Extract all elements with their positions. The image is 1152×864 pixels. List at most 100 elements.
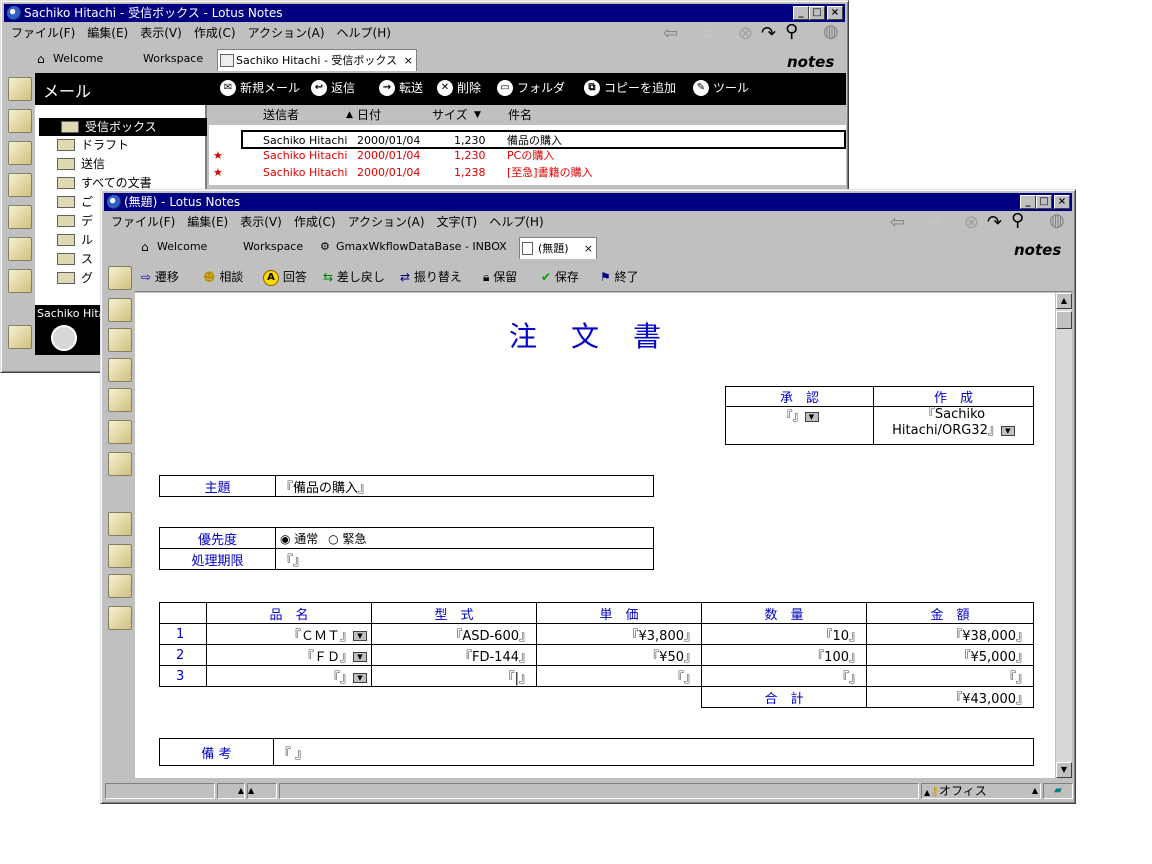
front-titlebar[interactable]: (無題) - Lotus Notes _ □ × — [104, 193, 1072, 211]
hold-button[interactable]: 🔒︎ 保留 — [483, 262, 517, 292]
reassign-button[interactable]: ⇄ 振り替え — [400, 262, 462, 292]
favorites-bookmark-icon[interactable] — [108, 420, 132, 444]
refresh-icon[interactable]: ↷ — [987, 212, 1002, 233]
tab-inbox[interactable]: Sachiko Hitachi - 受信ボックス × — [217, 49, 417, 71]
menu-create[interactable]: 作成(C) — [288, 212, 342, 232]
mail-bookmark-icon[interactable] — [8, 77, 32, 101]
menu-action[interactable]: アクション(A) — [242, 23, 331, 43]
search-icon[interactable]: ⚲ — [785, 21, 798, 42]
globe-icon[interactable]: ◍ — [823, 21, 839, 42]
delete-button[interactable]: ✕ 削除 — [435, 73, 481, 103]
tab-welcome[interactable]: ⌂ Welcome — [35, 48, 103, 70]
exit-button[interactable]: ⚑ 終了 — [600, 262, 639, 292]
replicator-bookmark-icon[interactable] — [8, 205, 32, 229]
send-back-button[interactable]: ⇆ 差し戻し — [323, 262, 385, 292]
approval-field[interactable]: 『』 ▼ — [725, 406, 874, 445]
status-location[interactable]: ▲⚷オフィス ▲ — [921, 783, 1041, 799]
refresh-icon[interactable]: ↷ — [761, 23, 776, 44]
addressbook-bookmark-icon[interactable] — [8, 141, 32, 165]
menu-view[interactable]: 表示(V) — [134, 23, 188, 43]
user-avatar-icon[interactable] — [51, 325, 77, 351]
nav-inbox[interactable]: 受信ボックス — [39, 118, 207, 136]
menu-edit[interactable]: 編集(E) — [81, 23, 134, 43]
nav-rules[interactable]: ル — [35, 231, 93, 249]
minimize-button[interactable]: _ — [1020, 195, 1036, 209]
save-button[interactable]: ✔ 保存 — [541, 262, 579, 292]
col-date[interactable]: 日付 — [357, 105, 381, 125]
mail-row[interactable]: ★ Sachiko Hitachi 2000/01/04 1,230 PCの購入 — [209, 147, 846, 164]
back-arrow-icon[interactable]: ⇦ — [663, 23, 678, 44]
price-field[interactable]: 『』 — [536, 665, 702, 687]
folder-bookmark-icon[interactable] — [108, 574, 132, 598]
todo-bookmark-icon[interactable] — [8, 173, 32, 197]
price-field[interactable]: 『¥50』 — [536, 644, 702, 666]
front-window[interactable]: (無題) - Lotus Notes _ □ × ファイル(F) 編集(E) 表… — [100, 189, 1076, 804]
mail-bookmark-icon[interactable] — [108, 266, 132, 290]
tab-workspace[interactable]: Workspace — [125, 48, 203, 70]
menu-file[interactable]: ファイル(F) — [105, 212, 181, 232]
menu-help[interactable]: ヘルプ(H) — [331, 23, 397, 43]
scroll-up-button[interactable]: ▲ — [1056, 293, 1072, 309]
stop-icon[interactable]: ⊗ — [738, 23, 753, 44]
status-box[interactable]: ▲ — [217, 783, 245, 799]
dropdown-icon[interactable]: ▼ — [353, 673, 367, 683]
sort-up-icon[interactable]: ▲ — [346, 105, 353, 125]
dropdown-icon[interactable]: ▼ — [1000, 425, 1015, 436]
replicator-bookmark-icon[interactable] — [108, 388, 132, 412]
tab-untitled[interactable]: (無題) × — [519, 237, 597, 259]
transition-button[interactable]: ⇨ 遷移 — [141, 262, 179, 292]
inbox-status[interactable]: ▰ — [1043, 783, 1073, 799]
maximize-button[interactable]: □ — [809, 6, 825, 20]
subject-field[interactable]: 『備品の購入』 — [275, 475, 654, 497]
forward-arrow-icon[interactable]: ⇨ — [928, 212, 943, 233]
nav-drafts[interactable]: ドラフト — [35, 136, 129, 154]
quantity-field[interactable]: 『10』 — [701, 623, 867, 645]
more-bookmark-icon[interactable] — [8, 325, 32, 349]
priority-normal-radio[interactable]: ◉ 通常 — [280, 532, 318, 546]
scroll-thumb[interactable] — [1056, 311, 1072, 329]
favorites-bookmark-icon[interactable] — [8, 237, 32, 261]
globe-icon[interactable]: ◍ — [1049, 210, 1065, 231]
menu-create[interactable]: 作成(C) — [188, 23, 242, 43]
forward-arrow-icon[interactable]: ⇨ — [701, 23, 716, 44]
copy-button[interactable]: ⧉ コピーを追加 — [582, 73, 676, 103]
quantity-field[interactable]: 『』 — [701, 665, 867, 687]
databases-bookmark-icon[interactable] — [8, 269, 32, 293]
model-field[interactable]: 『FD-144』 — [371, 644, 537, 666]
dropdown-icon[interactable]: ▼ — [353, 631, 367, 641]
reply-button[interactable]: ↩ 返信 — [309, 73, 355, 103]
folder-button[interactable]: ▭ フォルダ — [495, 73, 565, 103]
nav-trash[interactable]: ご — [35, 193, 93, 211]
tab-close-icon[interactable]: × — [404, 50, 413, 72]
col-sender[interactable]: 送信者 — [263, 105, 299, 125]
item-name-field[interactable]: 『ＦＤ』 ▼ — [206, 644, 372, 666]
minimize-button[interactable]: _ — [793, 6, 809, 20]
menu-view[interactable]: 表示(V) — [234, 212, 288, 232]
price-field[interactable]: 『¥3,800』 — [536, 623, 702, 645]
menu-text[interactable]: 文字(T) — [431, 212, 484, 232]
dropdown-icon[interactable]: ▼ — [353, 652, 367, 662]
remarks-field[interactable]: 『 』 — [273, 738, 1034, 766]
menu-edit[interactable]: 編集(E) — [181, 212, 234, 232]
status-box[interactable]: ▲ — [247, 783, 277, 799]
nav-discussion[interactable]: デ — [35, 212, 93, 230]
tab-close-icon[interactable]: × — [584, 238, 593, 260]
menu-action[interactable]: アクション(A) — [342, 212, 431, 232]
scroll-down-button[interactable]: ▼ — [1056, 762, 1072, 778]
model-field[interactable]: 『ASD-600』 — [371, 623, 537, 645]
back-arrow-icon[interactable]: ⇦ — [890, 212, 905, 233]
back-titlebar[interactable]: Sachiko Hitachi - 受信ボックス - Lotus Notes _… — [4, 4, 845, 22]
tab-workspace[interactable]: Workspace — [225, 236, 303, 258]
quantity-field[interactable]: 『100』 — [701, 644, 867, 666]
new-mail-button[interactable]: ✉ 新規メール — [218, 73, 300, 103]
dropdown-icon[interactable]: ▼ — [804, 411, 819, 422]
book-bookmark-icon[interactable] — [108, 544, 132, 568]
col-subject[interactable]: 件名 — [508, 105, 532, 125]
sort-down-icon[interactable]: ▼ — [474, 105, 481, 125]
more-bookmark-icon[interactable] — [108, 512, 132, 536]
deadline-field[interactable]: 『』 — [275, 548, 654, 570]
nav-group[interactable]: グ — [35, 269, 93, 287]
item-name-field[interactable]: 『』 ▼ — [206, 665, 372, 687]
item-name-field[interactable]: 『ＣＭＴ』 ▼ — [206, 623, 372, 645]
menu-help[interactable]: ヘルプ(H) — [483, 212, 549, 232]
